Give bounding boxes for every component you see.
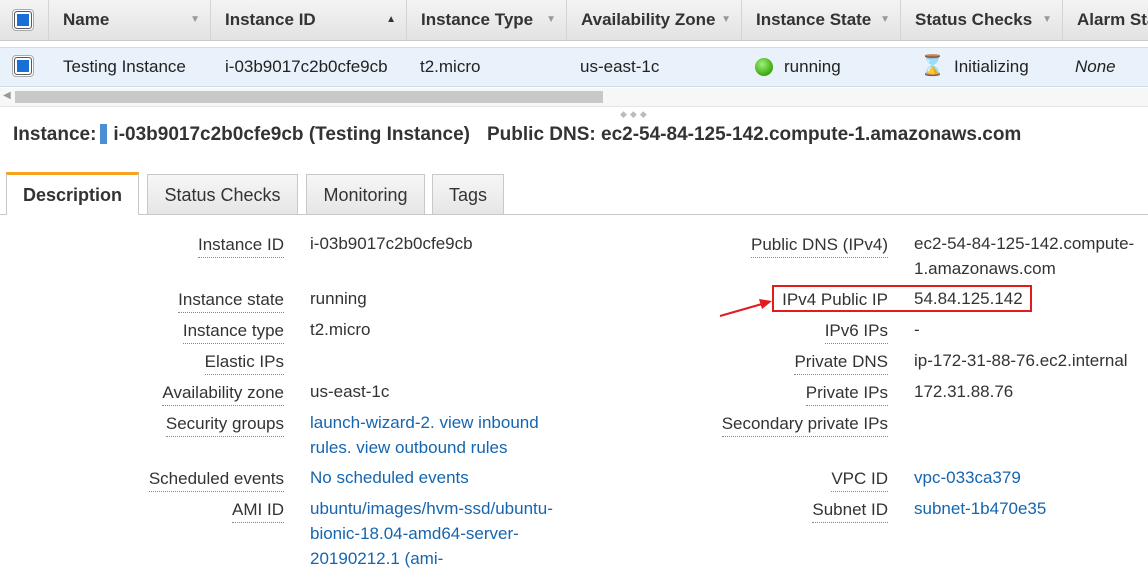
- sort-arrow-icon: ▼: [880, 14, 890, 25]
- cell-status-checks: Initializing: [954, 57, 1029, 76]
- cell-availability-zone: us-east-1c: [580, 57, 660, 76]
- value-instance-state: running: [310, 289, 367, 308]
- sort-arrow-icon: ▼: [721, 14, 731, 25]
- value-private-dns: ip-172-31-88-76.ec2.internal: [914, 351, 1128, 370]
- column-header-alarm-status[interactable]: Alarm Sta: [1062, 0, 1148, 40]
- hourglass-icon: ⌛: [920, 55, 945, 77]
- value-ipv4-public-ip: 54.84.125.142: [914, 289, 1023, 308]
- value-public-dns-line1: ec2-54-84-125-142.compute-: [914, 234, 1135, 253]
- security-groups-link-line1[interactable]: launch-wizard-2. view inbound: [310, 410, 539, 435]
- ami-id-link-line3[interactable]: 20190212.1 (ami-: [310, 546, 443, 571]
- column-header-name[interactable]: Name ▼: [48, 0, 210, 40]
- value-availability-zone: us-east-1c: [310, 382, 390, 401]
- table-row[interactable]: Testing Instance i-03b9017c2b0cfe9cb t2.…: [0, 47, 1148, 87]
- label-scheduled-events: Scheduled events: [148, 469, 284, 492]
- public-dns-summary: Public DNS: ec2-54-84-125-142.compute-1.…: [487, 124, 1022, 145]
- label-security-groups: Security groups: [165, 414, 284, 437]
- cell-alarm-status: None: [1075, 57, 1116, 76]
- cell-instance-id: i-03b9017c2b0cfe9cb: [225, 57, 388, 76]
- instances-table-header: Name ▼ Instance ID ▲ Instance Type ▼ Ava…: [0, 0, 1148, 41]
- scroll-left-icon[interactable]: ◀: [3, 90, 11, 101]
- vpc-id-link[interactable]: vpc-033ca379: [914, 465, 1021, 490]
- label-instance-state: Instance state: [178, 290, 284, 313]
- ami-id-link-line2[interactable]: bionic-18.04-amd64-server-: [310, 521, 519, 546]
- column-header-instance-state[interactable]: Instance State ▼: [741, 0, 900, 40]
- red-arrow-icon: [719, 299, 772, 317]
- sort-arrow-icon: ▼: [190, 14, 200, 25]
- value-ipv6-ips: -: [914, 320, 920, 339]
- cell-name: Testing Instance: [63, 57, 186, 76]
- scrollbar-thumb[interactable]: [15, 91, 603, 103]
- instance-summary-label: Instance:: [13, 124, 97, 145]
- value-instance-type: t2.micro: [310, 320, 371, 339]
- label-private-dns: Private DNS: [794, 352, 888, 375]
- cell-instance-state: running: [784, 57, 841, 76]
- label-instance-id: Instance ID: [198, 235, 284, 258]
- label-ipv4-public-ip: IPv4 Public IP: [782, 290, 888, 309]
- instance-summary: Instance: i-03b9017c2b0cfe9cb (Testing In…: [13, 123, 1021, 147]
- tab-tags[interactable]: Tags: [432, 174, 504, 214]
- sort-arrow-icon: ▼: [1042, 14, 1052, 25]
- ami-id-link-line1[interactable]: ubuntu/images/hvm-ssd/ubuntu-: [310, 496, 553, 521]
- row-checkbox[interactable]: [12, 55, 34, 77]
- pane-resize-handle[interactable]: ◆◆◆: [620, 109, 650, 120]
- select-all-checkbox[interactable]: [12, 9, 34, 31]
- column-header-availability-zone[interactable]: Availability Zone ▼: [566, 0, 741, 40]
- label-ipv6-ips: IPv6 IPs: [824, 321, 888, 344]
- label-availability-zone: Availability zone: [162, 383, 284, 406]
- instance-marker-icon: [100, 124, 108, 144]
- label-elastic-ips: Elastic IPs: [204, 352, 284, 375]
- label-ami-id: AMI ID: [232, 500, 284, 523]
- horizontal-scrollbar[interactable]: ◀: [0, 88, 1148, 107]
- subnet-id-link[interactable]: subnet-1b470e35: [914, 496, 1046, 521]
- green-dot-icon: [755, 58, 773, 76]
- label-instance-type: Instance type: [182, 321, 284, 344]
- tab-monitoring[interactable]: Monitoring: [306, 174, 425, 214]
- security-groups-link-line2[interactable]: rules. view outbound rules: [310, 435, 508, 460]
- label-private-ips: Private IPs: [805, 383, 888, 406]
- value-instance-id: i-03b9017c2b0cfe9cb: [310, 234, 473, 253]
- cell-instance-type: t2.micro: [420, 57, 481, 76]
- column-header-instance-type[interactable]: Instance Type ▼: [406, 0, 566, 40]
- scheduled-events-link[interactable]: No scheduled events: [310, 465, 469, 490]
- instance-summary-value: i-03b9017c2b0cfe9cb (Testing Instance): [113, 124, 470, 145]
- column-header-instance-id[interactable]: Instance ID ▲: [210, 0, 406, 40]
- column-header-status-checks[interactable]: Status Checks ▼: [900, 0, 1062, 40]
- value-private-ips: 172.31.88.76: [914, 382, 1014, 401]
- label-vpc-id: VPC ID: [831, 469, 888, 492]
- label-secondary-private-ips: Secondary private IPs: [721, 414, 888, 437]
- tab-description[interactable]: Description: [6, 172, 139, 215]
- value-public-dns-line2: 1.amazonaws.com: [914, 259, 1056, 278]
- sort-arrow-icon: ▼: [546, 14, 556, 25]
- label-subnet-id: Subnet ID: [812, 500, 888, 523]
- sort-ascending-icon: ▲: [386, 14, 396, 25]
- tab-status-checks[interactable]: Status Checks: [147, 174, 298, 214]
- label-public-dns-ipv4: Public DNS (IPv4): [751, 235, 888, 258]
